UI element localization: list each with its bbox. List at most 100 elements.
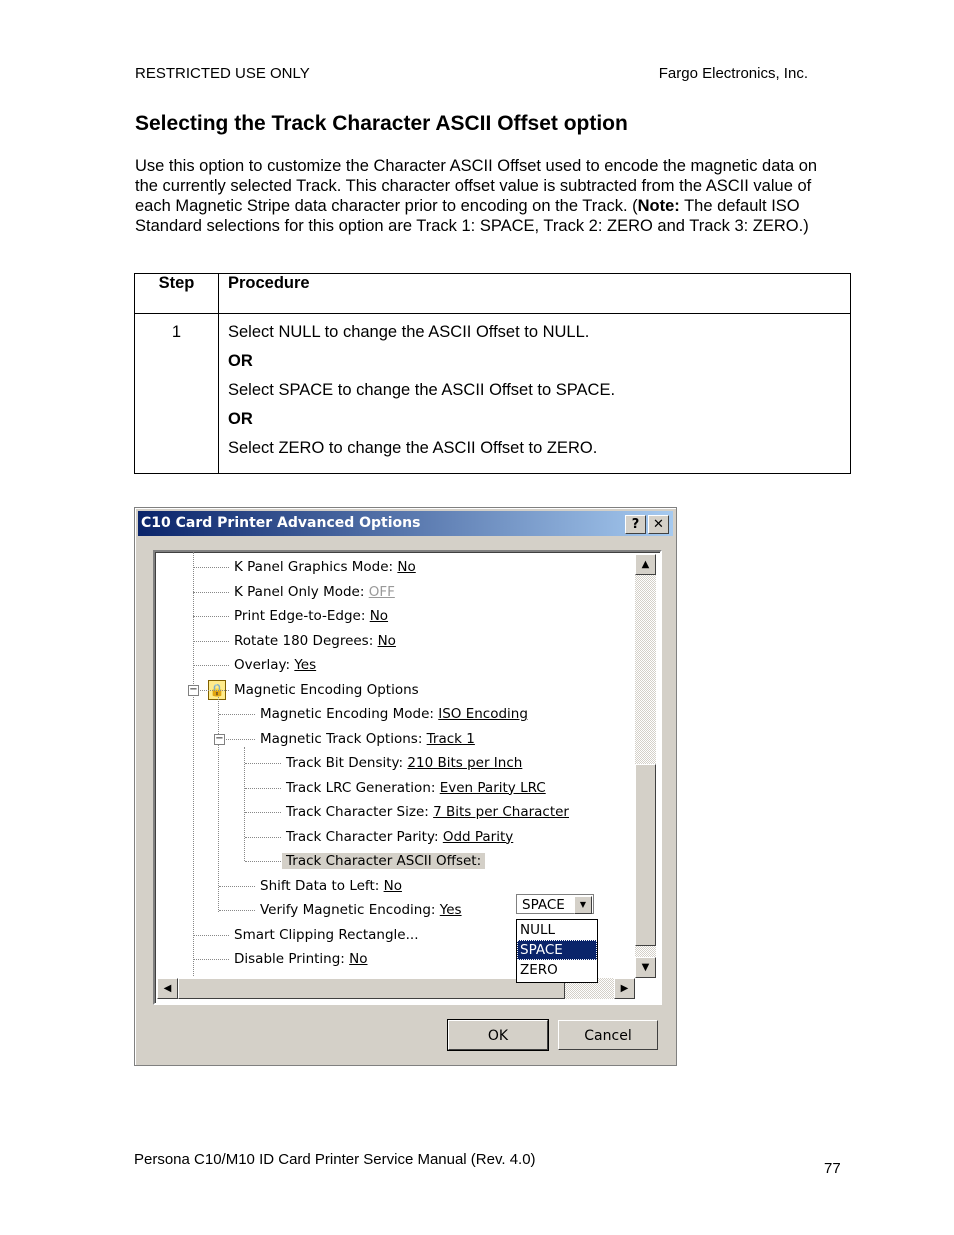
tree-item-value[interactable]: ISO Encoding [438,706,528,722]
tree-line [193,934,229,936]
tree-item-label: Overlay: [234,657,295,673]
tree-item-value[interactable]: Odd Parity [443,829,513,845]
option-zero[interactable]: ZERO [517,960,597,980]
options-tree[interactable]: ▲ ▼ ◀ ▶ K Panel Graphics Mode: No K Panel… [153,550,662,1005]
tree-item-label: Track Bit Density: [286,755,408,771]
tree-item[interactable]: Print Edge-to-Edge: No [234,606,388,626]
tree-line [219,714,255,715]
dialog-titlebar: C10 Card Printer Advanced Options ? ✕ [138,511,673,536]
tree-item[interactable]: Disable Printing: No [234,949,368,969]
tree-item[interactable]: Track Bit Density: 210 Bits per Inch [286,753,522,773]
procedure-line: Select ZERO to change the ASCII Offset t… [228,439,598,457]
tree-line [245,812,281,813]
page-number: 77 [824,1160,841,1177]
tree-item[interactable]: K Panel Only Mode: OFF [234,582,395,602]
tree-item-label: Track Character Size: [286,804,434,820]
step-number: 1 [134,313,219,474]
option-space[interactable]: SPACE [517,940,597,960]
tree-item-value[interactable]: No [384,878,402,894]
tree-item[interactable]: Track LRC Generation: Even Parity LRC [286,778,546,798]
ok-button[interactable]: OK [447,1019,549,1051]
tree-item-value[interactable]: Yes [440,902,462,918]
tree-item-value[interactable]: Even Parity LRC [440,780,546,796]
scroll-down-button[interactable]: ▼ [635,957,656,978]
tree-line [193,616,229,617]
tree-item-label: Track Character Parity: [286,828,443,845]
procedure-line: Select SPACE to change the ASCII Offset … [228,381,616,399]
option-null[interactable]: NULL [517,920,597,940]
cancel-button[interactable]: Cancel [558,1020,658,1050]
tree-item[interactable]: Verify Magnetic Encoding: Yes [260,900,462,920]
tree-line [193,959,229,960]
procedure-table: Step Procedure 1 Select NULL to change th… [134,273,851,474]
tree-item-value[interactable]: OFF [369,584,395,600]
tree-item[interactable]: Magnetic Encoding Mode: ISO Encoding [260,704,528,724]
tree-item[interactable]: Track Character ASCII Offset: [282,851,486,871]
tree-item-label: Track LRC Generation: [286,779,440,796]
tree-item[interactable]: Track Character Parity: Odd Parity [286,827,513,847]
tree-line [244,747,245,861]
ascii-offset-options[interactable]: NULL SPACE ZERO [516,919,598,983]
tree-item-label: Disable Printing: [234,951,350,967]
col-procedure: Procedure [218,273,851,314]
vertical-scroll-thumb[interactable] [635,764,656,946]
tree-item-value[interactable]: Track 1 [427,731,475,747]
tree-item-value[interactable]: No [397,559,415,575]
tree-line [218,697,219,912]
tree-item[interactable]: 🔒 Magnetic Encoding Options [208,679,419,700]
scroll-right-button[interactable]: ▶ [614,978,635,999]
tree-line [193,567,229,568]
tree-line [219,885,255,887]
tree-line [193,591,229,593]
tree-item-label: Rotate 180 Degrees: [234,632,378,649]
scroll-left-button[interactable]: ◀ [157,978,178,999]
tree-line [193,665,229,666]
dialog-title: C10 Card Printer Advanced Options [141,515,421,531]
scroll-up-button[interactable]: ▲ [635,554,656,575]
tree-item[interactable]: Rotate 180 Degrees: No [234,631,396,651]
col-step: Step [134,273,219,314]
tree-item-label: Shift Data to Left: [260,877,384,894]
tree-item-label: K Panel Graphics Mode: [234,559,398,575]
tree-item[interactable]: Track Character Size: 7 Bits per Charact… [286,802,569,822]
collapse-icon[interactable]: − [214,733,225,745]
tree-item[interactable]: Smart Clipping Rectangle... [234,925,419,945]
tree-line [245,836,281,838]
ascii-offset-combo[interactable]: SPACE ▼ [516,894,594,914]
chevron-down-icon[interactable]: ▼ [574,896,592,914]
section-title: Selecting the Track Character ASCII Offs… [135,112,628,135]
tree-line [193,640,229,642]
tree-item-label: Track Character ASCII Offset: [282,853,486,869]
table-row: 1 Select NULL to change the ASCII Offset… [134,313,851,474]
vertical-scrollbar[interactable]: ▲ ▼ [635,554,656,978]
tree-item-value[interactable]: 210 Bits per Inch [407,755,522,771]
close-button[interactable]: ✕ [648,515,669,534]
horizontal-scroll-thumb[interactable] [178,978,565,999]
tree-line [219,910,255,911]
tree-item-value[interactable]: No [378,633,396,649]
document-page: RESTRICTED USE ONLY Fargo Electronics, I… [0,0,954,1235]
tree-item-value[interactable]: No [349,951,367,967]
tree-item-label: Smart Clipping Rectangle... [234,926,419,943]
tree-line [245,861,281,862]
tree-line [245,763,281,764]
help-button[interactable]: ? [625,515,646,534]
advanced-options-dialog: C10 Card Printer Advanced Options ? ✕ ▲ … [134,507,677,1066]
header-restricted: RESTRICTED USE ONLY [135,65,310,82]
tree-item-value[interactable]: Yes [294,657,316,673]
tree-item[interactable]: Magnetic Track Options: Track 1 [260,729,475,749]
tree-item-value[interactable]: 7 Bits per Character [433,804,569,820]
collapse-icon[interactable]: − [188,684,199,696]
tree-item[interactable]: Shift Data to Left: No [260,876,402,896]
combo-value: SPACE [522,897,565,913]
tree-item-label: Magnetic Encoding Mode: [260,706,439,722]
tree-item-label: Print Edge-to-Edge: [234,608,370,624]
tree-item[interactable]: Overlay: Yes [234,655,316,675]
tree-item[interactable]: K Panel Graphics Mode: No [234,557,416,577]
tree-line [245,787,281,789]
tree-item-label: Magnetic Encoding Options [234,681,419,698]
procedure-cell: Select NULL to change the ASCII Offset t… [218,313,851,474]
tree-item-value[interactable]: No [370,608,388,624]
procedure-or: OR [228,352,253,370]
tree-item-label: K Panel Only Mode: [234,583,369,600]
